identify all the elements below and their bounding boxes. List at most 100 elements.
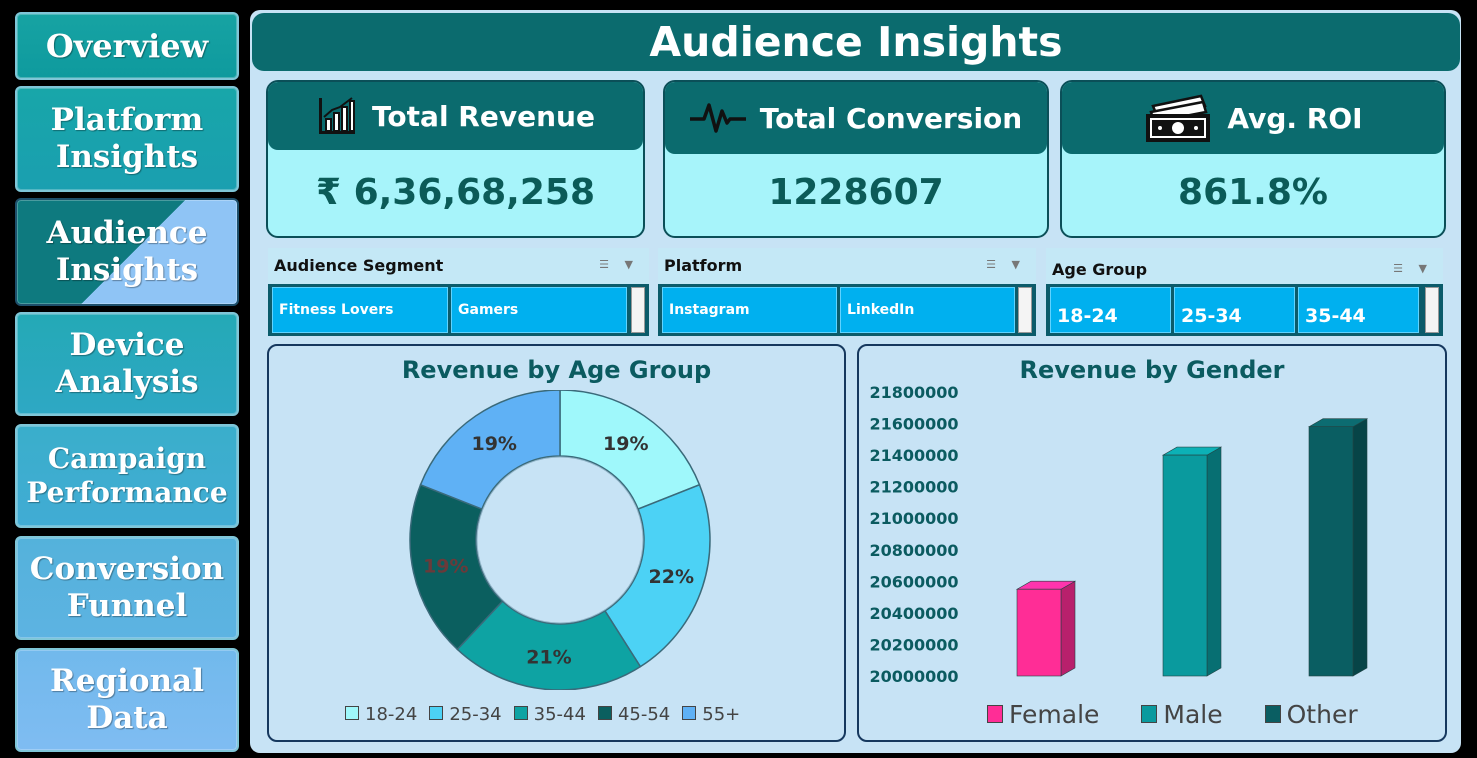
y-tick-label: 20600000 (869, 572, 958, 591)
slicer-filter-icons[interactable]: ☰ ▼ (986, 258, 1026, 271)
kpi-total-conversion-label: Total Conversion (759, 101, 1023, 135)
legend-item: Other (1264, 700, 1358, 729)
nav-audience-insights-button[interactable]: Audience Insights (15, 198, 239, 306)
chart-legend: Female Male Other (987, 700, 1358, 729)
chart-legend: 18-24 25-34 35-44 45-54 55+ (345, 704, 740, 725)
bar-Male[interactable] (1161, 446, 1223, 677)
slicer-item[interactable]: 25-34 (1174, 287, 1295, 333)
bar-chart: 20000000 20200000 20400000 20600000 20800000… (869, 383, 1369, 686)
nav-conversion-funnel-button[interactable]: Conversion Funnel (15, 536, 239, 640)
data-label: 19% (471, 433, 516, 455)
legend-label: 25-34 (449, 704, 502, 725)
legend-label: 55+ (702, 704, 741, 725)
slicer-audience-segment-title: Audience Segment (274, 256, 444, 275)
legend-item: 18-24 (345, 704, 417, 725)
kpi-avg-roi-header: Avg. ROI (1062, 82, 1444, 154)
slicer-item[interactable]: 18-24 (1050, 287, 1171, 333)
page-title: Audience Insights (252, 13, 1460, 71)
kpi-total-conversion-value: 1228607 (768, 172, 944, 213)
kpi-avg-roi-card: Avg. ROI 861.8% (1060, 80, 1446, 238)
nav-regional-data-button[interactable]: Regional Data (15, 648, 239, 752)
bar-Female[interactable] (1015, 580, 1077, 677)
nav-regional-data-label: Regional Data (49, 662, 205, 736)
chart-revenue-by-gender: Revenue by Gender 20000000 20200000 204000… (857, 344, 1447, 742)
y-tick-label: 20200000 (869, 635, 958, 654)
kpi-total-conversion-header: Total Conversion (665, 82, 1047, 154)
legend-label: Male (1163, 700, 1223, 729)
slicer-scrollbar[interactable] (1425, 287, 1439, 333)
legend-label: 45-54 (617, 704, 671, 725)
bar-Other[interactable] (1307, 418, 1369, 677)
nav-campaign-performance-button[interactable]: Campaign Performance (15, 424, 239, 528)
chart-revenue-by-age-group: Revenue by Age Group 19% 22% 21% 19% 19% 18-… (267, 344, 846, 742)
bar-chart-icon (319, 97, 356, 134)
data-label: 21% (526, 646, 571, 668)
legend-label: 18-24 (365, 704, 418, 725)
data-label: 22% (649, 566, 694, 588)
chart-title: Revenue by Age Group (401, 356, 712, 384)
slicer-platform[interactable]: Platform ☰ ▼ Instagram LinkedIn (658, 248, 1036, 336)
donut-hole (476, 456, 644, 624)
nav-overview-label: Overview (45, 26, 209, 65)
y-tick-label: 20800000 (869, 541, 958, 560)
legend-item: Male (1141, 700, 1223, 729)
legend-label: Female (1009, 700, 1100, 729)
y-tick-label: 21600000 (869, 415, 958, 434)
slicer-platform-items: Instagram LinkedIn (658, 284, 1036, 336)
slicer-item[interactable]: Fitness Lovers (272, 287, 448, 333)
y-tick-label: 20400000 (869, 604, 958, 623)
kpi-total-revenue-value: ₹ 6,36,68,258 (316, 172, 595, 213)
kpi-avg-roi-value: 861.8% (1178, 172, 1328, 213)
legend-item: 55+ (682, 704, 740, 725)
legend-swatch (513, 706, 528, 720)
data-label: 19% (603, 433, 648, 455)
legend-swatch (345, 706, 359, 720)
legend-item: 25-34 (429, 704, 502, 725)
y-tick-label: 21200000 (869, 478, 958, 497)
legend-item: Female (987, 700, 1099, 729)
y-tick-label: 21000000 (869, 509, 958, 528)
slicer-platform-title: Platform (664, 256, 743, 275)
legend-item: 45-54 (597, 704, 671, 725)
nav-audience-insights-label: Audience Insights (46, 214, 208, 288)
data-label: 19% (423, 556, 468, 578)
slicer-audience-segment[interactable]: Audience Segment ☰ ▼ Fitness Lovers Game… (268, 248, 649, 336)
legend-swatch (987, 705, 1003, 723)
legend-swatch (429, 706, 444, 720)
kpi-total-revenue-card: Total Revenue ₹ 6,36,68,258 (266, 80, 645, 238)
nav-conversion-funnel-label: Conversion Funnel (29, 550, 225, 624)
y-tick-label: 20000000 (869, 667, 958, 686)
legend-item: 35-44 (513, 704, 586, 725)
kpi-avg-roi-label: Avg. ROI (1227, 101, 1363, 135)
nav-platform-insights-button[interactable]: Platform Insights (15, 86, 239, 192)
slicer-scrollbar[interactable] (1018, 287, 1032, 333)
slicer-scrollbar[interactable] (631, 287, 645, 333)
slicer-item[interactable]: LinkedIn (840, 287, 1016, 333)
legend-label: Other (1286, 700, 1358, 729)
nav-platform-insights-label: Platform Insights (50, 101, 204, 175)
slicer-age-group-items: 18-24 25-34 35-44 (1046, 284, 1443, 336)
y-tick-label: 21800000 (869, 383, 958, 402)
nav-device-analysis-button[interactable]: Device Analysis (15, 312, 239, 416)
slicer-filter-icons[interactable]: ☰ ▼ (1393, 262, 1433, 275)
kpi-total-revenue-label: Total Revenue (372, 99, 595, 133)
slicer-audience-segment-items: Fitness Lovers Gamers (268, 284, 649, 336)
nav-device-analysis-label: Device Analysis (55, 326, 199, 400)
legend-label: 35-44 (533, 704, 586, 725)
donut-chart: 19% 22% 21% 19% 19% (409, 390, 711, 690)
legend-swatch (682, 706, 697, 720)
nav-campaign-performance-label: Campaign Performance (26, 442, 228, 509)
kpi-total-revenue-header: Total Revenue (268, 82, 643, 150)
slicer-item[interactable]: Instagram (662, 287, 838, 333)
legend-swatch (1141, 705, 1158, 723)
slicer-item[interactable]: Gamers (451, 287, 627, 333)
y-tick-label: 21400000 (869, 446, 958, 465)
slicer-filter-icons[interactable]: ☰ ▼ (599, 258, 639, 271)
nav-overview-button[interactable]: Overview (15, 12, 239, 80)
slicer-item[interactable]: 35-44 (1298, 287, 1419, 333)
slicer-age-group-title: Age Group (1052, 260, 1148, 279)
pulse-icon (689, 103, 746, 133)
money-icon (1146, 94, 1211, 142)
slicer-age-group[interactable]: Age Group ☰ ▼ 18-24 25-34 35-44 (1046, 248, 1443, 336)
legend-swatch (597, 706, 612, 720)
